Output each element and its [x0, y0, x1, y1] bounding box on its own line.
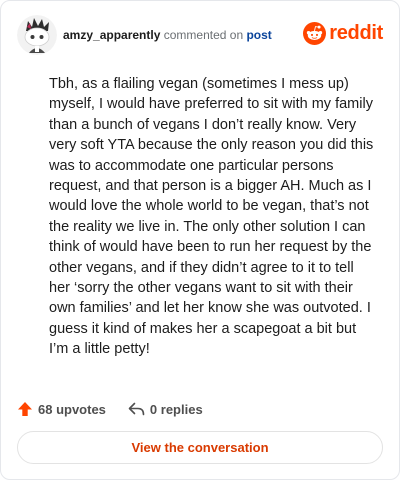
comment-attribution: amzy_apparently commented on post — [63, 28, 272, 42]
comment-header: amzy_apparently commented on post reddit — [17, 15, 383, 55]
replies-count: 0 replies — [149, 401, 203, 417]
upvotes-count: 68 upvotes — [38, 401, 106, 417]
post-link[interactable]: post — [246, 28, 271, 42]
reddit-wordmark: reddit — [329, 21, 383, 44]
reply-arrow-icon — [128, 402, 145, 416]
view-conversation-button[interactable]: View the conversation — [17, 431, 383, 464]
comment-card: amzy_apparently commented on post reddit… — [0, 0, 400, 480]
snoo-avatar-icon — [17, 15, 57, 55]
reddit-brand[interactable]: reddit — [303, 21, 383, 45]
attribution-text: commented on — [163, 28, 244, 42]
comment-body: Tbh, as a flailing vegan (sometimes I me… — [49, 76, 374, 358]
comment-stats: 68 upvotes 0 replies — [17, 399, 203, 419]
reddit-logo-icon — [303, 21, 327, 45]
upvote-arrow-icon — [18, 402, 32, 416]
upvotes-stat[interactable]: 68 upvotes — [17, 401, 106, 417]
username-link[interactable]: amzy_apparently — [63, 28, 160, 42]
user-avatar[interactable] — [17, 15, 57, 55]
replies-stat[interactable]: 0 replies — [128, 401, 203, 417]
